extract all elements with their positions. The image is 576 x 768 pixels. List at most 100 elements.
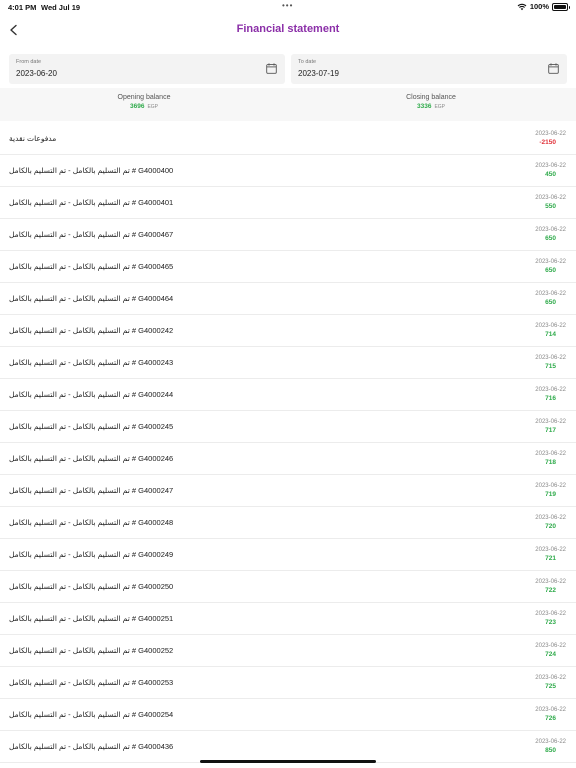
page-title: Financial statement	[236, 23, 340, 35]
transaction-date: 2023-06-22	[535, 195, 566, 201]
transaction-row[interactable]: تم التسليم بالكامل - تم التسليم بالكامل …	[0, 155, 576, 187]
transaction-row[interactable]: تم التسليم بالكامل - تم التسليم بالكامل …	[0, 731, 576, 763]
transaction-amount: 724	[545, 651, 556, 658]
transaction-date: 2023-06-22	[535, 579, 566, 585]
financial-statement-screen: 4:01 PM Wed Jul 19 ••• 100% Financial st…	[0, 0, 576, 768]
battery-icon	[552, 2, 570, 11]
transaction-date: 2023-06-22	[535, 483, 566, 489]
transaction-amount: 718	[545, 459, 556, 466]
transaction-amount: 650	[545, 267, 556, 274]
opening-balance-currency: EGP	[147, 104, 159, 110]
transaction-amount: 715	[545, 363, 556, 370]
transaction-date: 2023-06-22	[535, 611, 566, 617]
transaction-amount: 450	[545, 171, 556, 178]
transaction-description: تم التسليم بالكامل - تم التسليم بالكامل …	[9, 166, 174, 175]
transaction-date: 2023-06-22	[535, 547, 566, 553]
transaction-row[interactable]: تم التسليم بالكامل - تم التسليم بالكامل …	[0, 603, 576, 635]
transaction-date: 2023-06-22	[535, 707, 566, 713]
home-indicator[interactable]	[200, 760, 376, 763]
from-date-value: 2023-06-20	[16, 69, 57, 78]
calendar-icon[interactable]	[548, 63, 559, 74]
transaction-amount: 723	[545, 619, 556, 626]
transaction-row[interactable]: تم التسليم بالكامل - تم التسليم بالكامل …	[0, 635, 576, 667]
transaction-row[interactable]: تم التسليم بالكامل - تم التسليم بالكامل …	[0, 699, 576, 731]
to-date-value: 2023-07-19	[298, 69, 339, 78]
transaction-date: 2023-06-22	[535, 291, 566, 297]
transaction-description: تم التسليم بالكامل - تم التسليم بالكامل …	[9, 646, 174, 655]
transaction-description: تم التسليم بالكامل - تم التسليم بالكامل …	[9, 550, 174, 559]
status-time: 4:01 PM	[8, 3, 37, 12]
transaction-date: 2023-06-22	[535, 355, 566, 361]
transaction-row[interactable]: تم التسليم بالكامل - تم التسليم بالكامل …	[0, 571, 576, 603]
transaction-date: 2023-06-22	[535, 259, 566, 265]
status-date: Wed Jul 19	[41, 3, 81, 12]
transaction-row[interactable]: تم التسليم بالكامل - تم التسليم بالكامل …	[0, 283, 576, 315]
from-date-field[interactable]: From date 2023-06-20	[9, 54, 285, 84]
closing-balance-amount: 3336	[416, 103, 432, 110]
transaction-amount: 650	[545, 235, 556, 242]
transaction-row[interactable]: تم التسليم بالكامل - تم التسليم بالكامل …	[0, 475, 576, 507]
closing-balance-label: Closing balance	[406, 94, 456, 101]
transaction-row[interactable]: تم التسليم بالكامل - تم التسليم بالكامل …	[0, 187, 576, 219]
transaction-amount: 720	[545, 523, 556, 530]
status-bar: 4:01 PM Wed Jul 19 ••• 100%	[0, 0, 576, 14]
transaction-row[interactable]: تم التسليم بالكامل - تم التسليم بالكامل …	[0, 539, 576, 571]
transaction-date: 2023-06-22	[535, 323, 566, 329]
opening-balance-amount: 3696	[129, 103, 145, 110]
transaction-row[interactable]: تم التسليم بالكامل - تم التسليم بالكامل …	[0, 379, 576, 411]
transaction-row[interactable]: تم التسليم بالكامل - تم التسليم بالكامل …	[0, 315, 576, 347]
transaction-amount: 725	[545, 683, 556, 690]
transaction-description: تم التسليم بالكامل - تم التسليم بالكامل …	[9, 454, 174, 463]
transaction-description: تم التسليم بالكامل - تم التسليم بالكامل …	[9, 742, 174, 751]
transaction-date: 2023-06-22	[535, 451, 566, 457]
transaction-description: تم التسليم بالكامل - تم التسليم بالكامل …	[9, 390, 174, 399]
transaction-description: تم التسليم بالكامل - تم التسليم بالكامل …	[9, 614, 174, 623]
transaction-description: تم التسليم بالكامل - تم التسليم بالكامل …	[9, 326, 174, 335]
closing-balance: Closing balance 3336 EGP	[331, 94, 531, 110]
calendar-icon[interactable]	[266, 63, 277, 74]
transaction-row[interactable]: تم التسليم بالكامل - تم التسليم بالكامل …	[0, 507, 576, 539]
transaction-amount: -2150	[539, 139, 556, 146]
header: Financial statement	[0, 14, 576, 48]
multitasking-dots[interactable]: •••	[282, 1, 293, 10]
transaction-row[interactable]: تم التسليم بالكامل - تم التسليم بالكامل …	[0, 347, 576, 379]
transaction-date: 2023-06-22	[535, 387, 566, 393]
transaction-date: 2023-06-22	[535, 675, 566, 681]
balances-summary: Opening balance 3696 EGP Closing balance …	[0, 88, 576, 121]
transaction-amount: 716	[545, 395, 556, 402]
transaction-description: تم التسليم بالكامل - تم التسليم بالكامل …	[9, 230, 174, 239]
transaction-date: 2023-06-22	[535, 227, 566, 233]
transaction-row[interactable]: تم التسليم بالكامل - تم التسليم بالكامل …	[0, 251, 576, 283]
transaction-description: تم التسليم بالكامل - تم التسليم بالكامل …	[9, 710, 174, 719]
transaction-amount: 714	[545, 331, 556, 338]
transaction-description: تم التسليم بالكامل - تم التسليم بالكامل …	[9, 518, 174, 527]
transaction-amount: 717	[545, 427, 556, 434]
closing-balance-currency: EGP	[434, 104, 446, 110]
transaction-amount: 550	[545, 203, 556, 210]
opening-balance-label: Opening balance	[117, 94, 171, 101]
transaction-amount: 726	[545, 715, 556, 722]
transaction-amount: 721	[545, 555, 556, 562]
transaction-row[interactable]: تم التسليم بالكامل - تم التسليم بالكامل …	[0, 219, 576, 251]
wifi-icon	[517, 3, 527, 10]
transaction-row[interactable]: مدفوعات نقدية 2023-06-22 -2150	[0, 123, 576, 155]
transaction-row[interactable]: تم التسليم بالكامل - تم التسليم بالكامل …	[0, 667, 576, 699]
transaction-row[interactable]: تم التسليم بالكامل - تم التسليم بالكامل …	[0, 411, 576, 443]
transaction-description: مدفوعات نقدية	[9, 134, 57, 143]
transaction-amount: 719	[545, 491, 556, 498]
transaction-description: تم التسليم بالكامل - تم التسليم بالكامل …	[9, 486, 174, 495]
status-right: 100%	[517, 2, 570, 11]
opening-balance: Opening balance 3696 EGP	[44, 94, 244, 110]
transaction-amount: 722	[545, 587, 556, 594]
transaction-row[interactable]: تم التسليم بالكامل - تم التسليم بالكامل …	[0, 443, 576, 475]
to-date-field[interactable]: To date 2023-07-19	[291, 54, 567, 84]
from-date-label: From date	[16, 59, 42, 65]
battery-percent: 100%	[529, 2, 549, 11]
transaction-description: تم التسليم بالكامل - تم التسليم بالكامل …	[9, 582, 174, 591]
transaction-description: تم التسليم بالكامل - تم التسليم بالكامل …	[9, 422, 174, 431]
transaction-amount: 650	[545, 299, 556, 306]
to-date-label: To date	[298, 59, 317, 65]
transaction-list[interactable]: مدفوعات نقدية 2023-06-22 -2150 تم التسليم ب…	[0, 123, 576, 763]
transaction-date: 2023-06-22	[535, 515, 566, 521]
transaction-date: 2023-06-22	[535, 739, 566, 745]
